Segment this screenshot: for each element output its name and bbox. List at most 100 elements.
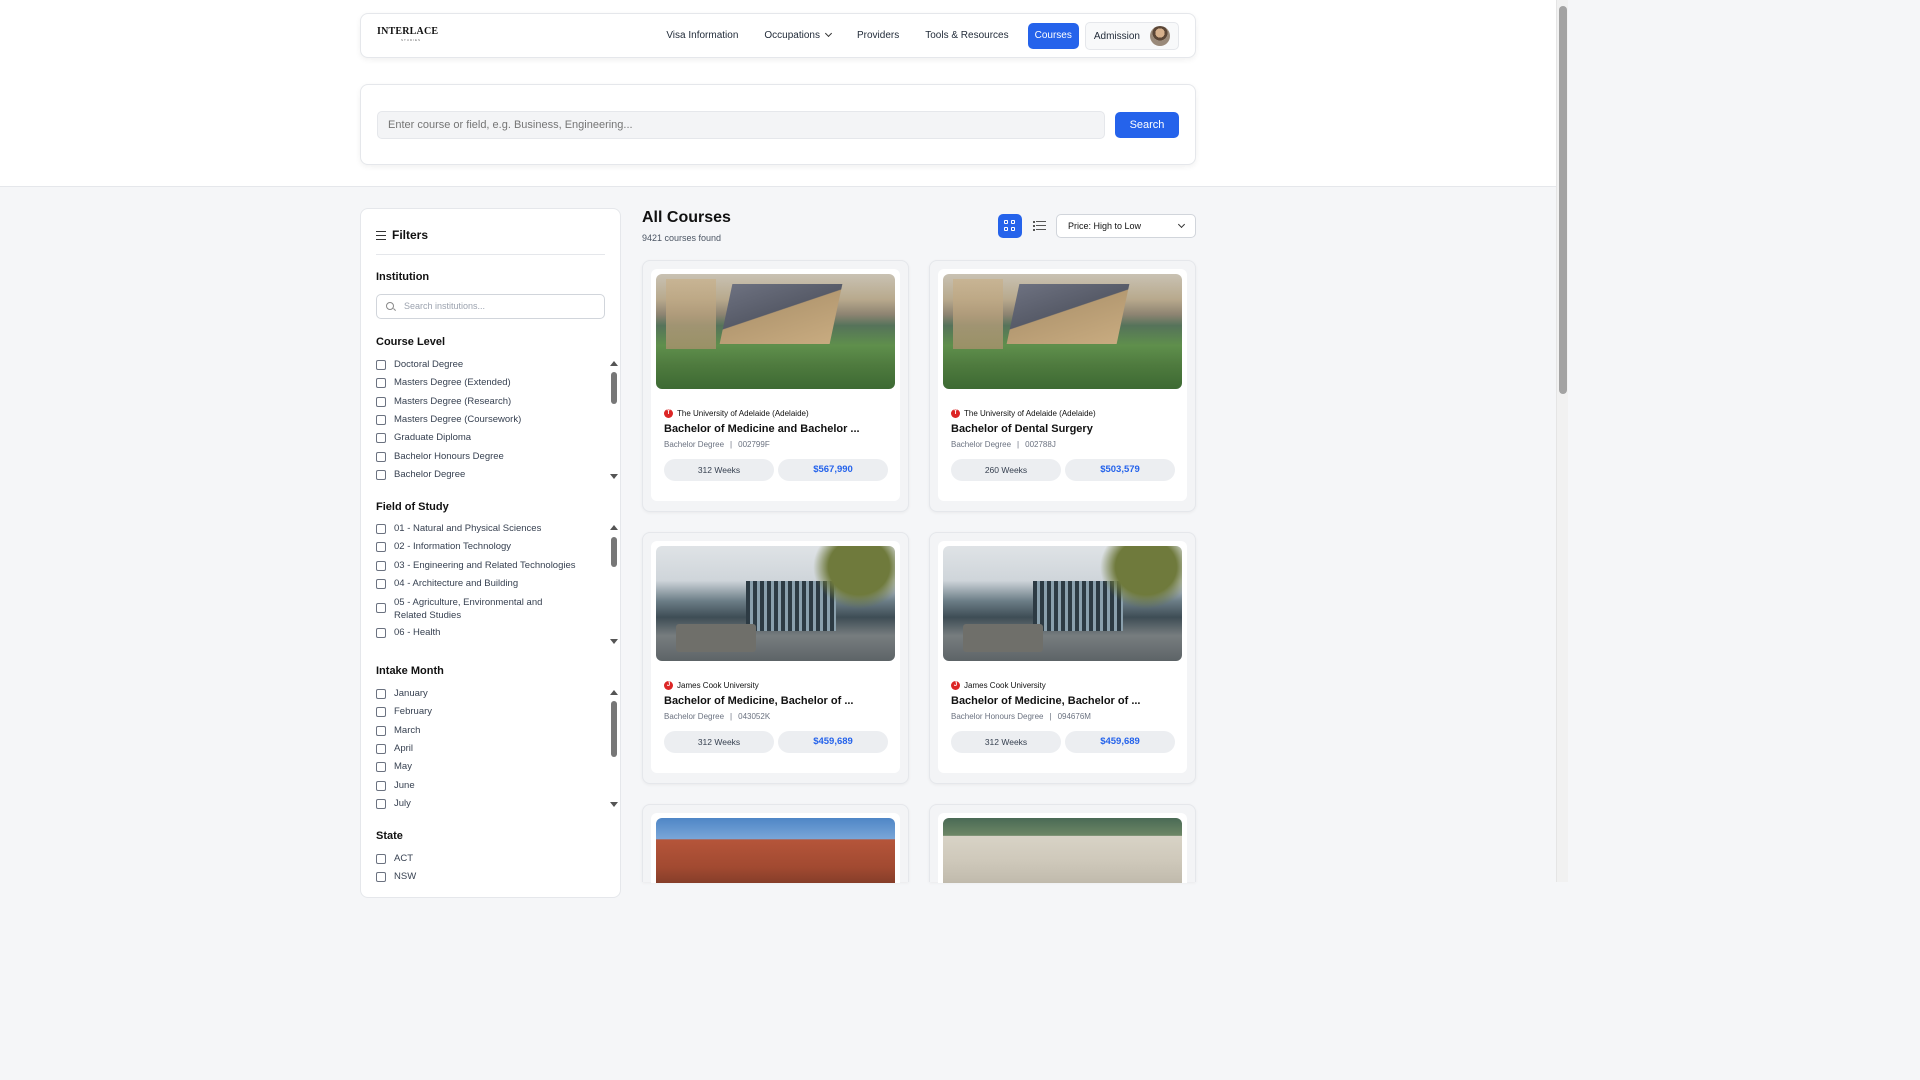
nav-courses[interactable]: Courses bbox=[1027, 23, 1079, 49]
checkbox[interactable] bbox=[376, 378, 386, 388]
course-title[interactable]: Bachelor of Dental Surgery bbox=[951, 423, 1093, 435]
admission-button[interactable]: Admission bbox=[1084, 22, 1179, 50]
field-of-study-option[interactable]: 04 - Architecture and Building bbox=[376, 578, 518, 589]
option-label: Graduate Diploma bbox=[394, 432, 472, 443]
course-level-option[interactable]: Graduate Diploma bbox=[376, 432, 471, 443]
checkbox[interactable] bbox=[376, 762, 386, 772]
course-search-input[interactable] bbox=[377, 111, 1105, 139]
field-of-study-option[interactable]: 05 - Agriculture, Environmental and Rela… bbox=[376, 596, 571, 622]
option-label: Masters Degree (Extended) bbox=[394, 377, 511, 388]
checkbox[interactable] bbox=[376, 415, 386, 425]
intake-month-option[interactable]: April bbox=[376, 743, 413, 754]
nav-occupations[interactable]: Occupations bbox=[751, 23, 844, 49]
course-title[interactable]: Bachelor of Medicine and Bachelor ... bbox=[664, 423, 860, 435]
checkbox[interactable] bbox=[376, 360, 386, 370]
checkbox[interactable] bbox=[376, 603, 386, 613]
course-level-option[interactable]: Doctoral Degree bbox=[376, 359, 463, 370]
nav-tools-resources[interactable]: Tools & Resources bbox=[912, 23, 1021, 49]
field-of-study-scrollbar[interactable] bbox=[610, 525, 618, 647]
course-level: Bachelor Degree bbox=[951, 440, 1012, 449]
course-card[interactable]: T The University of Adelaide (Adelaide) B… bbox=[929, 260, 1196, 512]
intake-month-option[interactable]: February bbox=[376, 706, 432, 717]
course-level-scrollbar[interactable] bbox=[610, 361, 618, 481]
course-level-option[interactable]: Bachelor Degree bbox=[376, 469, 465, 480]
checkbox[interactable] bbox=[376, 397, 386, 407]
option-label: May bbox=[394, 761, 412, 772]
checkbox[interactable] bbox=[376, 524, 386, 534]
checkbox[interactable] bbox=[376, 781, 386, 791]
list-icon bbox=[1036, 229, 1046, 231]
list-icon bbox=[1036, 225, 1046, 227]
checkbox[interactable] bbox=[376, 854, 386, 864]
grid-view-button[interactable] bbox=[998, 214, 1022, 238]
checkbox[interactable] bbox=[376, 433, 386, 443]
course-level-option[interactable]: Masters Degree (Research) bbox=[376, 396, 511, 407]
checkbox[interactable] bbox=[376, 628, 386, 638]
course-card[interactable]: J James Cook University Bachelor of Medic… bbox=[929, 532, 1196, 784]
field-of-study-option[interactable]: 03 - Engineering and Related Technologie… bbox=[376, 560, 576, 571]
list-icon bbox=[1033, 229, 1035, 231]
field-of-study-option[interactable]: 02 - Information Technology bbox=[376, 541, 511, 552]
option-label: Bachelor Honours Degree bbox=[394, 451, 504, 462]
field-of-study-option[interactable]: 01 - Natural and Physical Sciences bbox=[376, 523, 541, 534]
scroll-up-icon[interactable] bbox=[610, 361, 618, 366]
state-option[interactable]: ACT bbox=[376, 853, 413, 864]
sort-select[interactable]: Price: High to Low bbox=[1056, 214, 1196, 238]
course-card-body bbox=[651, 813, 900, 883]
course-level-option[interactable]: Bachelor Honours Degree bbox=[376, 451, 504, 462]
scroll-thumb[interactable] bbox=[611, 701, 617, 757]
intake-month-option[interactable]: March bbox=[376, 725, 420, 736]
checkbox[interactable] bbox=[376, 470, 386, 480]
checkbox[interactable] bbox=[376, 872, 386, 882]
state-option[interactable]: NSW bbox=[376, 871, 416, 882]
course-meta: Bachelor Degree | 043052K bbox=[664, 712, 770, 721]
option-label: 02 - Information Technology bbox=[394, 541, 512, 552]
option-label: NSW bbox=[394, 871, 417, 882]
page-scrollbar[interactable] bbox=[1556, 0, 1568, 882]
list-view-button[interactable] bbox=[1028, 214, 1052, 238]
institution-search-input[interactable]: Search institutions... bbox=[376, 294, 605, 319]
course-card[interactable]: J James Cook University Bachelor of Medic… bbox=[642, 532, 909, 784]
list-icon bbox=[1036, 221, 1046, 223]
scroll-thumb[interactable] bbox=[611, 372, 617, 404]
checkbox[interactable] bbox=[376, 744, 386, 754]
nav-providers[interactable]: Providers bbox=[844, 23, 912, 49]
page-scroll-thumb[interactable] bbox=[1559, 6, 1567, 394]
intake-month-scrollbar[interactable] bbox=[610, 690, 618, 810]
course-level-option[interactable]: Masters Degree (Extended) bbox=[376, 377, 511, 388]
course-level-option[interactable]: Masters Degree (Coursework) bbox=[376, 414, 521, 425]
course-duration: 260 Weeks bbox=[951, 459, 1061, 481]
intake-month-option[interactable]: May bbox=[376, 761, 412, 772]
search-button[interactable]: Search bbox=[1115, 112, 1179, 138]
intake-month-option[interactable]: January bbox=[376, 688, 428, 699]
course-card[interactable] bbox=[929, 804, 1196, 883]
course-card[interactable] bbox=[642, 804, 909, 883]
nav-visa-information[interactable]: Visa Information bbox=[653, 23, 751, 49]
scroll-thumb[interactable] bbox=[611, 537, 617, 567]
checkbox[interactable] bbox=[376, 799, 386, 809]
intake-month-option[interactable]: July bbox=[376, 798, 411, 809]
scroll-down-icon[interactable] bbox=[610, 474, 618, 479]
scroll-down-icon[interactable] bbox=[610, 802, 618, 807]
checkbox[interactable] bbox=[376, 542, 386, 552]
logo[interactable]: INTERLACE bbox=[377, 26, 438, 37]
checkbox[interactable] bbox=[376, 726, 386, 736]
checkbox[interactable] bbox=[376, 707, 386, 717]
intake-month-option[interactable]: June bbox=[376, 780, 415, 791]
checkbox[interactable] bbox=[376, 579, 386, 589]
field-of-study-option[interactable]: 06 - Health bbox=[376, 627, 440, 638]
institution-row: J James Cook University bbox=[664, 681, 759, 690]
institution-row: T The University of Adelaide (Adelaide) bbox=[664, 409, 809, 418]
scroll-down-icon[interactable] bbox=[610, 639, 618, 644]
course-card[interactable]: T The University of Adelaide (Adelaide) B… bbox=[642, 260, 909, 512]
state-title: State bbox=[376, 830, 403, 842]
course-title[interactable]: Bachelor of Medicine, Bachelor of ... bbox=[951, 695, 1140, 707]
scroll-up-icon[interactable] bbox=[610, 525, 618, 530]
course-image bbox=[656, 546, 895, 661]
course-card-body: J James Cook University Bachelor of Medic… bbox=[651, 541, 900, 773]
checkbox[interactable] bbox=[376, 689, 386, 699]
scroll-up-icon[interactable] bbox=[610, 690, 618, 695]
checkbox[interactable] bbox=[376, 561, 386, 571]
checkbox[interactable] bbox=[376, 452, 386, 462]
course-title[interactable]: Bachelor of Medicine, Bachelor of ... bbox=[664, 695, 853, 707]
